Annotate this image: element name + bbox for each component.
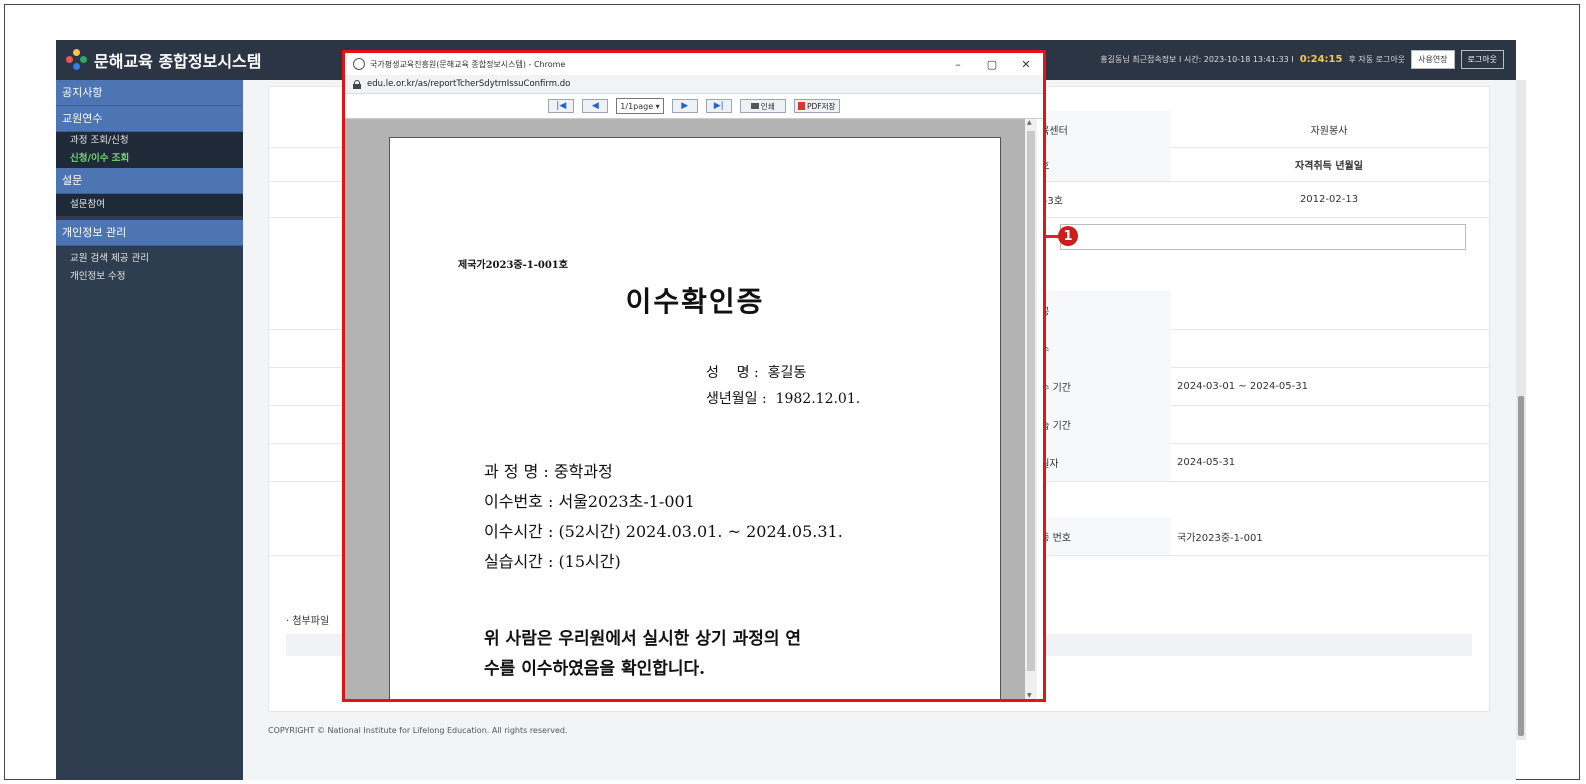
logout-button[interactable]: 로그아웃 — [1460, 50, 1504, 69]
brand[interactable]: 문해교육 종합정보시스템 — [66, 48, 262, 72]
popup-titlebar: 국가평생교육진흥원(문해교육 종합정보시스템) - Chrome – ▢ ✕ — [345, 53, 1043, 75]
callout-marker: 1 — [1058, 226, 1078, 246]
sidebar-item-notice[interactable]: 공지사항 — [56, 80, 243, 106]
print-button[interactable]: 인쇄 — [739, 99, 786, 113]
sidebar-section-privacy[interactable]: 개인정보 관리 — [56, 220, 243, 246]
statement-line-2: 수를 이수하였음을 확인합니다. — [484, 659, 706, 679]
viewer-scrollbar-thumb[interactable] — [1027, 131, 1035, 671]
practice-hours: 실습시간 : (15시간) — [484, 552, 621, 571]
row-value: 국가2023중-1-001 — [1177, 532, 1263, 544]
holder-name: 성 명 : 홍길동 — [706, 365, 807, 381]
print-label: 인쇄 — [760, 101, 775, 111]
holder-birthdate: 생년월일 : 1982.12.01. — [706, 391, 861, 407]
row-value: 2024-05-31 — [1177, 456, 1236, 468]
sidebar-section-training[interactable]: 교원연수 — [56, 106, 243, 132]
sidebar-item-course-search[interactable]: 과정 조회/신청 — [56, 132, 243, 150]
certificate-title: 이수확인증 — [625, 285, 765, 318]
popup-title: 국가평생교육진흥원(문해교육 종합정보시스템) - Chrome — [370, 59, 566, 69]
minimize-button[interactable]: – — [941, 58, 975, 71]
app-title: 문해교육 종합정보시스템 — [94, 52, 262, 71]
close-button[interactable]: ✕ — [1009, 58, 1043, 71]
row-value — [1169, 291, 1497, 329]
scroll-down-icon[interactable]: ▼ — [1027, 692, 1032, 699]
statement-line-1: 위 사람은 우리원에서 실시한 상기 과정의 연 — [484, 629, 802, 649]
sidebar-section-survey[interactable]: 설문 — [56, 168, 243, 194]
scroll-up-icon[interactable]: ▲ — [1027, 119, 1032, 126]
attachment-label: · 첨부파일 — [286, 616, 330, 627]
row-value: 자원봉사 — [1310, 125, 1348, 137]
row-value: 자격취득 년월일 — [1295, 160, 1363, 172]
completion-number: 이수번호 : 서울2023초-1-001 — [484, 492, 695, 511]
chrome-icon — [353, 58, 365, 70]
row-value: 2012-02-13 — [1299, 193, 1359, 205]
pdf-icon — [797, 102, 805, 110]
page-scrollbar-thumb[interactable] — [1518, 396, 1524, 736]
sidebar-item-completion-check[interactable]: 신청/이수 조회 — [56, 150, 243, 168]
first-page-button[interactable]: |◀ — [548, 99, 575, 113]
course-name: 과 정 명 : 중학과정 — [484, 462, 613, 481]
printer-icon — [750, 103, 759, 109]
page-select[interactable]: 1/1page ▾ — [616, 98, 664, 114]
report-toolbar: |◀ ◀ 1/1page ▾ ▶ ▶| 인쇄 PDF저장 — [345, 94, 1043, 119]
footer-copyright: COPYRIGHT © National Institute for Lifel… — [268, 726, 568, 735]
popup-url: edu.le.or.kr/as/reportTcherSdytrnIssuCon… — [367, 79, 571, 89]
pdf-label: PDF저장 — [806, 101, 836, 111]
last-login-info: 홍길동님 최근접속정보 I 시간: 2023-10-18 13:41:33 I — [1100, 55, 1294, 64]
maximize-button[interactable]: ▢ — [975, 58, 1009, 71]
session-timer-suffix: 후 자동 로그아웃 — [1348, 55, 1406, 64]
session-timer: 0:24:15 — [1299, 54, 1343, 65]
report-viewer[interactable]: 제국가2023중-1-001호 이수확인증 성 명 : 홍길동 생년월일 : 1… — [345, 119, 1025, 699]
row-value — [1169, 329, 1497, 367]
logo-icon — [66, 49, 88, 71]
certificate-popup-window: 국가평생교육진흥원(문해교육 종합정보시스템) - Chrome – ▢ ✕ e… — [342, 50, 1046, 702]
next-page-button[interactable]: ▶ — [671, 99, 698, 113]
row-value: 2024-03-01 ~ 2024-05-31 — [1177, 380, 1308, 392]
row-value — [1169, 405, 1497, 443]
highlight-field — [1060, 224, 1466, 250]
sidebar: 공지사항 교원연수 과정 조회/신청 신청/이수 조회 설문 설문참여 개인정보… — [56, 80, 243, 780]
pdf-save-button[interactable]: PDF저장 — [793, 99, 840, 113]
sidebar-item-edit-profile[interactable]: 개인정보 수정 — [56, 268, 243, 286]
completion-hours: 이수시간 : (52시간) 2024.03.01. ~ 2024.05.31. — [484, 522, 843, 541]
last-page-button[interactable]: ▶| — [705, 99, 732, 113]
page-scrollbar[interactable] — [1516, 80, 1526, 740]
viewer-scrollbar[interactable]: ▲ ▼ — [1025, 119, 1037, 699]
prev-page-button[interactable]: ◀ — [582, 99, 609, 113]
address-bar[interactable]: edu.le.or.kr/as/reportTcherSdytrnIssuCon… — [345, 75, 1043, 94]
certificate-page: 제국가2023중-1-001호 이수확인증 성 명 : 홍길동 생년월일 : 1… — [389, 137, 1001, 699]
sidebar-item-search-provision[interactable]: 교원 검색 제공 관리 — [56, 250, 243, 268]
header-session: 홍길동님 최근접속정보 I 시간: 2023-10-18 13:41:33 I … — [1100, 50, 1504, 69]
sidebar-item-survey-participate[interactable]: 설문참여 — [56, 194, 243, 216]
lock-icon — [353, 80, 361, 89]
extend-session-button[interactable]: 사용연장 — [1411, 50, 1455, 69]
certificate-number: 제국가2023중-1-001호 — [458, 260, 568, 271]
